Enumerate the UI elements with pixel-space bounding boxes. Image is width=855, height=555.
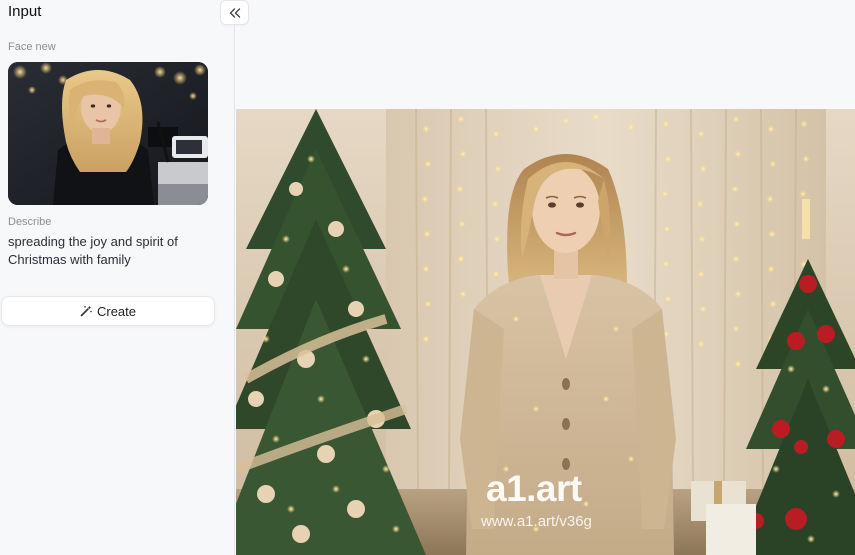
- input-panel: Input Face new Describe spreading the jo…: [0, 0, 234, 555]
- face-label: Face new: [8, 41, 56, 53]
- face-image: [8, 62, 208, 205]
- describe-label: Describe: [8, 216, 52, 228]
- watermark-url: www.a1.art/v36g: [481, 513, 592, 530]
- create-label: Create: [96, 303, 137, 319]
- panel-divider: [234, 0, 235, 555]
- panel-title: Input: [8, 3, 42, 20]
- face-thumbnail[interactable]: [8, 62, 208, 205]
- magic-wand-icon: [80, 305, 92, 317]
- describe-text[interactable]: spreading the joy and spirit of Christma…: [8, 233, 203, 269]
- watermark-brand: a1.art: [486, 468, 582, 509]
- collapse-panel-button[interactable]: [220, 0, 249, 25]
- double-chevron-left-icon: [229, 7, 240, 18]
- create-button[interactable]: Create: [1, 296, 215, 326]
